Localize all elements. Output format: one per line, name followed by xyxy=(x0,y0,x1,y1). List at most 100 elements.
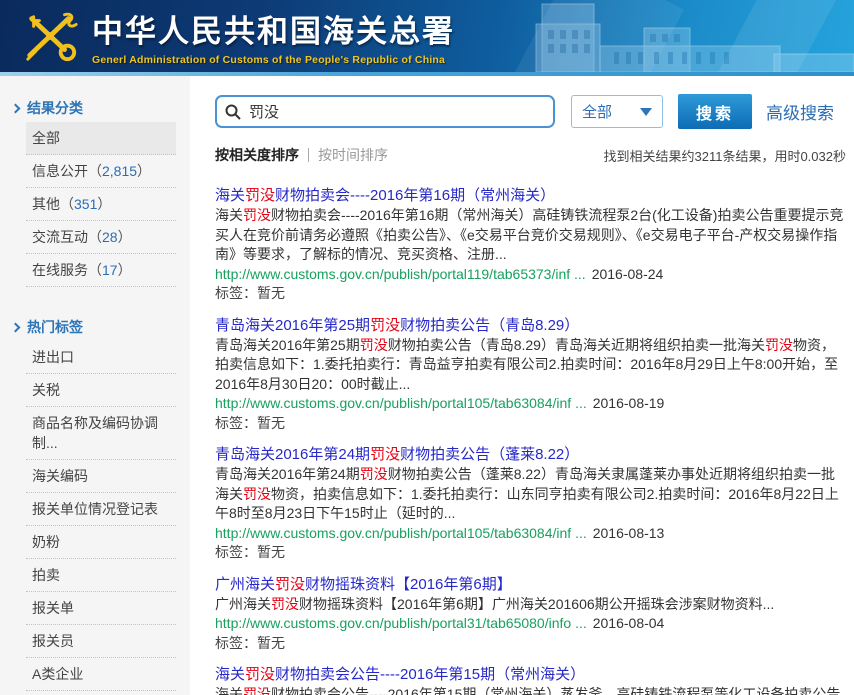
site-subtitle: Generl Administration of Customs of the … xyxy=(92,54,455,66)
result-categories-section: 结果分类 全部信息公开（2,815）其他（351）交流互动（28）在线服务（17… xyxy=(12,98,190,287)
result-stats: 找到相关结果约3211条结果，用时0.032秒 xyxy=(604,146,847,165)
category-count-paren: ） xyxy=(137,163,151,179)
category-count-paren: ） xyxy=(118,262,132,278)
result-date: 2016-08-24 xyxy=(592,266,664,282)
chevron-down-icon xyxy=(640,108,652,116)
result-url[interactable]: http://www.customs.gov.cn/publish/portal… xyxy=(215,395,587,411)
sidebar-category-item[interactable]: 全部 xyxy=(26,122,176,155)
result-categories-heading: 结果分类 xyxy=(12,98,190,118)
sidebar-hot-tag-item[interactable]: 报关单位情况登记表 xyxy=(26,493,176,526)
sidebar-hot-tag-item[interactable]: 报关员 xyxy=(26,625,176,658)
sidebar-category-item[interactable]: 其他（351） xyxy=(26,188,176,221)
category-count: 28 xyxy=(102,229,118,245)
category-count-paren: （ xyxy=(60,196,74,212)
hot-tags-heading: 热门标签 xyxy=(12,317,190,337)
chevron-right-icon xyxy=(11,103,21,113)
search-input[interactable] xyxy=(249,103,545,120)
result-snippet: 海关罚没财物拍卖会公告----2016年第15期（常州海关）蒸发釜、高硅铸铁流程… xyxy=(215,685,846,695)
sidebar-hot-tag-item[interactable]: 关税 xyxy=(26,374,176,407)
sidebar-hot-tag-item[interactable]: 拍卖 xyxy=(26,559,176,592)
chevron-right-icon xyxy=(11,322,21,332)
result-tag: 标签：暂无 xyxy=(215,543,846,563)
sidebar-hot-tag-item[interactable]: 奶粉 xyxy=(26,526,176,559)
search-button[interactable]: 搜索 xyxy=(678,94,752,129)
result-url-line: http://www.customs.gov.cn/publish/portal… xyxy=(215,394,846,414)
category-count-paren: ） xyxy=(118,229,132,245)
category-label: 其他 xyxy=(32,196,60,212)
highlighted-keyword: 罚没 xyxy=(245,187,275,204)
highlighted-keyword: 罚没 xyxy=(370,317,400,334)
search-result: 青岛海关2016年第25期罚没财物拍卖公告（青岛8.29）青岛海关2016年第2… xyxy=(215,315,846,434)
result-url[interactable]: http://www.customs.gov.cn/publish/portal… xyxy=(215,525,587,541)
hot-tag-list: 进出口关税商品名称及编码协调制...海关编码报关单位情况登记表奶粉拍卖报关单报关… xyxy=(26,341,176,691)
main-content: 全部 搜索 高级搜索 按相关度排序 按时间排序 找到相关结果约3211条结果，用… xyxy=(190,76,854,695)
category-label: 全部 xyxy=(32,130,60,146)
result-snippet: 青岛海关2016年第25期罚没财物拍卖公告（青岛8.29）青岛海关近期将组织拍卖… xyxy=(215,336,846,395)
search-result: 青岛海关2016年第24期罚没财物拍卖公告（蓬莱8.22）青岛海关2016年第2… xyxy=(215,444,846,563)
result-title-link[interactable]: 青岛海关2016年第24期罚没财物拍卖公告（蓬莱8.22） xyxy=(215,444,846,465)
search-icon xyxy=(225,104,241,120)
sidebar-hot-tag-item[interactable]: 商品名称及编码协调制... xyxy=(26,407,176,460)
hot-tags-section: 热门标签 进出口关税商品名称及编码协调制...海关编码报关单位情况登记表奶粉拍卖… xyxy=(12,317,190,691)
customs-emblem-icon xyxy=(20,7,82,65)
result-title-link[interactable]: 青岛海关2016年第25期罚没财物拍卖公告（青岛8.29） xyxy=(215,315,846,336)
result-date: 2016-08-04 xyxy=(593,615,665,631)
search-result: 广州海关罚没财物摇珠资料【2016年第6期】广州海关罚没财物摇珠资料【2016年… xyxy=(215,574,846,654)
site-title: 中华人民共和国海关总署 xyxy=(92,6,455,51)
result-date: 2016-08-19 xyxy=(593,395,665,411)
sidebar-hot-tag-item[interactable]: 进出口 xyxy=(26,341,176,374)
sidebar-category-item[interactable]: 信息公开（2,815） xyxy=(26,155,176,188)
advanced-search-link[interactable]: 高级搜索 xyxy=(766,99,834,124)
highlighted-keyword: 罚没 xyxy=(360,337,388,353)
result-title-link[interactable]: 海关罚没财物拍卖会----2016年第16期（常州海关） xyxy=(215,185,846,206)
category-label: 信息公开 xyxy=(32,163,88,179)
result-url[interactable]: http://www.customs.gov.cn/publish/portal… xyxy=(215,615,587,631)
header: 中华人民共和国海关总署 Generl Administration of Cus… xyxy=(0,0,854,72)
result-title-link[interactable]: 广州海关罚没财物摇珠资料【2016年第6期】 xyxy=(215,574,846,595)
sidebar-hot-tag-item[interactable]: A类企业 xyxy=(26,658,176,691)
category-label: 交流互动 xyxy=(32,229,88,245)
building-silhouette xyxy=(524,2,854,72)
result-url[interactable]: http://www.customs.gov.cn/publish/portal… xyxy=(215,266,586,282)
sidebar-category-item[interactable]: 交流互动（28） xyxy=(26,221,176,254)
highlighted-keyword: 罚没 xyxy=(370,446,400,463)
result-tag: 标签：暂无 xyxy=(215,284,846,304)
category-count-paren: （ xyxy=(88,163,102,179)
content-layout: 结果分类 全部信息公开（2,815）其他（351）交流互动（28）在线服务（17… xyxy=(0,76,854,695)
search-result: 海关罚没财物拍卖会----2016年第16期（常州海关）海关罚没财物拍卖会---… xyxy=(215,185,846,304)
result-snippet: 青岛海关2016年第24期罚没财物拍卖公告（蓬莱8.22）青岛海关隶属蓬莱办事处… xyxy=(215,465,846,524)
category-count: 2,815 xyxy=(102,163,137,179)
sidebar-hot-tag-item[interactable]: 报关单 xyxy=(26,592,176,625)
hot-tags-title: 热门标签 xyxy=(27,317,83,337)
scope-selected-value: 全部 xyxy=(582,101,612,122)
scope-select[interactable]: 全部 xyxy=(571,95,663,128)
header-titles: 中华人民共和国海关总署 Generl Administration of Cus… xyxy=(92,6,455,66)
results-list: 海关罚没财物拍卖会----2016年第16期（常州海关）海关罚没财物拍卖会---… xyxy=(215,185,846,695)
highlighted-keyword: 罚没 xyxy=(271,596,299,612)
highlighted-keyword: 罚没 xyxy=(275,576,305,593)
result-url-line: http://www.customs.gov.cn/publish/portal… xyxy=(215,614,846,634)
sort-divider xyxy=(308,148,309,162)
highlighted-keyword: 罚没 xyxy=(243,207,271,223)
category-count-paren: （ xyxy=(88,262,102,278)
category-count: 17 xyxy=(102,262,118,278)
sort-by-relevance[interactable]: 按相关度排序 xyxy=(215,145,299,165)
sidebar-hot-tag-item[interactable]: 海关编码 xyxy=(26,460,176,493)
highlighted-keyword: 罚没 xyxy=(245,666,275,683)
highlighted-keyword: 罚没 xyxy=(243,486,271,502)
search-result: 海关罚没财物拍卖会公告----2016年第15期（常州海关）海关罚没财物拍卖会公… xyxy=(215,664,846,695)
highlighted-keyword: 罚没 xyxy=(360,466,388,482)
search-box xyxy=(215,95,555,128)
category-count: 351 xyxy=(74,196,97,212)
search-row: 全部 搜索 高级搜索 xyxy=(215,94,846,129)
category-count-paren: （ xyxy=(88,229,102,245)
highlighted-keyword: 罚没 xyxy=(243,686,271,695)
result-url-line: http://www.customs.gov.cn/publish/portal… xyxy=(215,265,846,285)
sidebar-category-item[interactable]: 在线服务（17） xyxy=(26,254,176,287)
result-snippet: 广州海关罚没财物摇珠资料【2016年第6期】广州海关201606期公开摇珠会涉案… xyxy=(215,595,846,615)
page: 中华人民共和国海关总署 Generl Administration of Cus… xyxy=(0,0,854,695)
category-label: 在线服务 xyxy=(32,262,88,278)
result-title-link[interactable]: 海关罚没财物拍卖会公告----2016年第15期（常州海关） xyxy=(215,664,846,685)
sort-by-time[interactable]: 按时间排序 xyxy=(318,145,388,165)
category-list: 全部信息公开（2,815）其他（351）交流互动（28）在线服务（17） xyxy=(26,122,176,287)
